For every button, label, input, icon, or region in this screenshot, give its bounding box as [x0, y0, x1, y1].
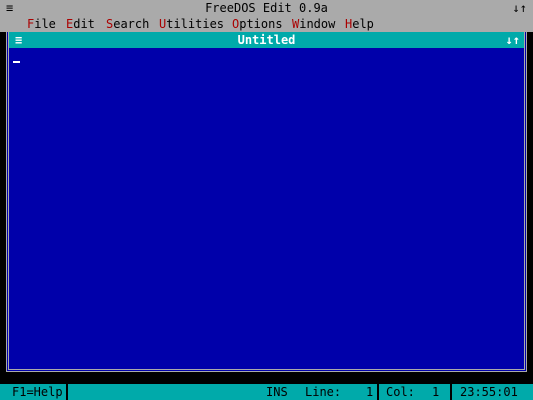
status-divider	[66, 384, 68, 400]
menu-window-label: indow	[299, 17, 336, 31]
menu-help[interactable]: Help	[345, 16, 374, 32]
menu-edit[interactable]: Edit	[66, 16, 95, 32]
app-title: FreeDOS Edit 0.9a	[205, 1, 328, 15]
menu-edit-label: dit	[73, 17, 95, 31]
clock: 23:55:01	[460, 385, 518, 399]
menu-file-label: ile	[34, 17, 56, 31]
menu-window[interactable]: Window	[292, 16, 335, 32]
insert-mode-indicator: INS	[266, 385, 288, 399]
menu-options[interactable]: Options	[232, 16, 283, 32]
menu-utilities-label: tilities	[166, 17, 225, 31]
column-label: Col:	[386, 385, 415, 399]
menu-file[interactable]: File	[27, 16, 56, 32]
menu-options-label: ptions	[239, 17, 283, 31]
help-hint[interactable]: F1=Help	[12, 384, 63, 400]
window-title-bar[interactable]: ≡ Untitled ↓↑	[9, 32, 524, 48]
status-bar: F1=Help INS Line: 1 Col: 1 23:55:01	[0, 384, 533, 400]
menu-bar: File Edit Search Utilities Options Windo…	[0, 16, 533, 32]
document-title: Untitled	[237, 33, 296, 47]
text-editing-area[interactable]	[9, 48, 524, 369]
line-value: 1	[366, 385, 374, 399]
status-divider	[377, 384, 379, 400]
column-value: 1	[432, 385, 440, 399]
line-label: Line:	[305, 385, 342, 399]
editor-window[interactable]: ≡ Untitled ↓↑	[6, 32, 527, 372]
menu-help-label: elp	[352, 17, 374, 31]
resize-icon[interactable]: ↓↑	[513, 0, 527, 16]
title-bar: ≡ FreeDOS Edit 0.9a ↓↑	[0, 0, 533, 16]
menu-search-label: earch	[113, 17, 150, 31]
status-divider	[450, 384, 452, 400]
text-cursor	[13, 61, 20, 63]
editor-area: ≡ Untitled ↓↑	[0, 32, 533, 380]
menu-utilities[interactable]: Utilities	[159, 16, 224, 32]
menu-search[interactable]: Search	[106, 16, 149, 32]
window-zoom-icon[interactable]: ↓↑	[506, 32, 520, 48]
